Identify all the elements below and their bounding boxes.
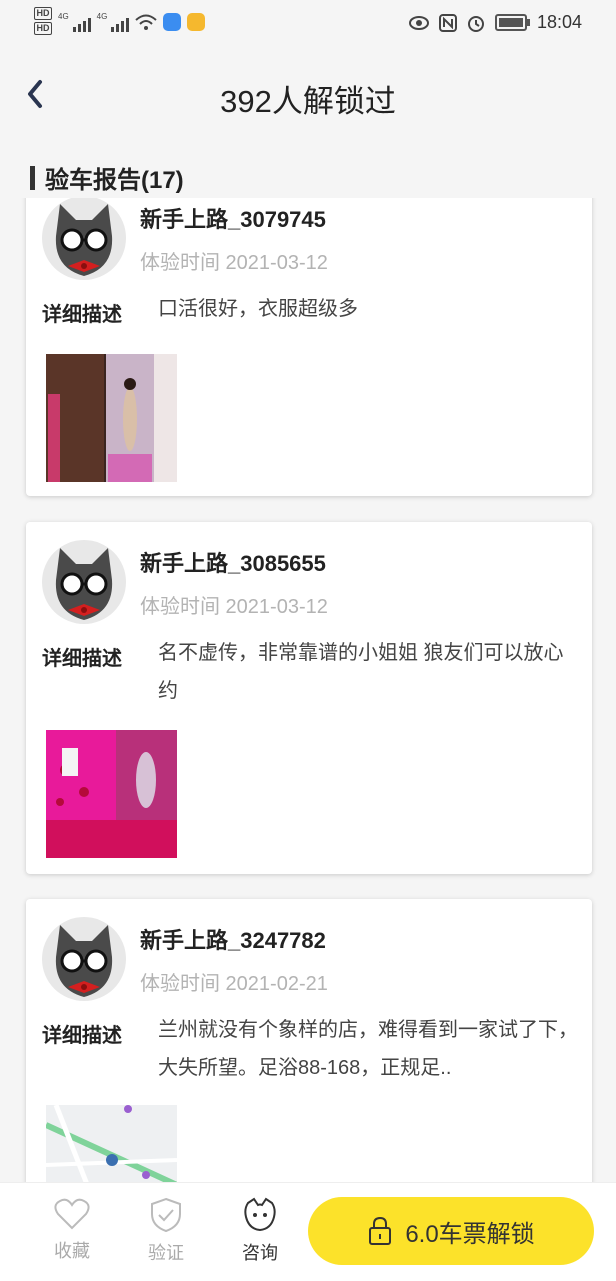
report-card[interactable]: 新手上路_3085655 体验时间 2021-03-12 详细描述 名不虚传，非… bbox=[26, 522, 592, 874]
page-title: 392人解锁过 bbox=[220, 84, 396, 119]
unlock-label: 6.0车票解锁 bbox=[405, 1220, 535, 1248]
report-username: 新手上路_3085655 bbox=[140, 551, 326, 576]
battery-icon bbox=[494, 14, 530, 31]
section-accent-bar bbox=[30, 165, 35, 190]
description-text: 兰州就没有个象样的店，难得看到一家试了下，大失所望。足浴88-168，正规足.. bbox=[158, 1019, 578, 1079]
report-username: 新手上路_3079745 bbox=[140, 207, 326, 232]
network-type-1: 4G bbox=[58, 12, 69, 21]
nfc-icon bbox=[438, 13, 457, 32]
mail-app-icon bbox=[187, 13, 206, 31]
cat-avatar-icon bbox=[55, 925, 113, 997]
report-time: 体验时间 2021-03-12 bbox=[140, 252, 328, 274]
report-time: 体验时间 2021-03-12 bbox=[140, 596, 328, 618]
network-type-2: 4G bbox=[96, 12, 108, 21]
unlock-button[interactable]: 6.0车票解锁 bbox=[308, 1197, 594, 1265]
status-left: HD HD 4G 4G bbox=[34, 7, 206, 37]
bedroom-mirror-photo bbox=[46, 354, 177, 482]
description-label: 详细描述 bbox=[42, 1025, 122, 1047]
description-text: 名不虚传，非常靠谱的小姐姐 狼友们可以放心约 bbox=[158, 642, 564, 702]
consult-tab[interactable]: 咨询 bbox=[220, 1197, 300, 1265]
cat-avatar-icon bbox=[55, 548, 113, 620]
lock-icon bbox=[369, 1216, 392, 1245]
cat-avatar-icon bbox=[55, 204, 113, 276]
report-photo[interactable] bbox=[46, 1105, 177, 1182]
header: 392人解锁过 bbox=[0, 46, 616, 146]
alarm-icon bbox=[467, 15, 484, 32]
section-title: 验车报告(17) bbox=[45, 167, 184, 194]
chat-face-icon bbox=[244, 1197, 276, 1232]
wifi-icon bbox=[135, 14, 158, 30]
hd-indicator: HD HD bbox=[34, 7, 52, 37]
avatar bbox=[42, 917, 126, 1001]
education-app-icon bbox=[163, 13, 182, 31]
signal-icon-1: 4G bbox=[58, 12, 91, 32]
verify-label: 验证 bbox=[148, 1243, 184, 1263]
report-username: 新手上路_3247782 bbox=[140, 928, 326, 953]
clock: 18:04 bbox=[536, 12, 582, 32]
favorite-label: 收藏 bbox=[54, 1241, 90, 1261]
report-card[interactable]: 新手上路_3247782 体验时间 2021-02-21 详细描述 兰州就没有个… bbox=[26, 899, 592, 1182]
description-label: 详细描述 bbox=[42, 648, 122, 670]
pink-room-photo bbox=[46, 730, 177, 858]
avatar bbox=[42, 198, 126, 280]
hd-label-1: HD bbox=[34, 7, 52, 20]
signal-icon-2: 4G bbox=[97, 12, 130, 32]
status-right: 18:04 bbox=[408, 12, 582, 33]
report-list[interactable]: 新手上路_3079745 体验时间 2021-03-12 详细描述 口活很好，衣… bbox=[0, 198, 616, 1182]
report-card[interactable]: 新手上路_3079745 体验时间 2021-03-12 详细描述 口活很好，衣… bbox=[26, 198, 592, 496]
status-bar: HD HD 4G 4G 18:04 bbox=[0, 0, 616, 46]
heart-icon bbox=[54, 1198, 90, 1230]
favorite-tab[interactable]: 收藏 bbox=[32, 1197, 112, 1263]
report-photo[interactable] bbox=[46, 730, 177, 858]
hd-label-2: HD bbox=[34, 22, 52, 35]
section-header: 验车报告(17) bbox=[30, 160, 184, 195]
map-screenshot-photo bbox=[46, 1105, 177, 1182]
bottom-action-bar: 收藏 验证 咨询 6.0车票解锁 bbox=[0, 1182, 616, 1281]
verify-tab[interactable]: 验证 bbox=[126, 1197, 206, 1265]
avatar bbox=[42, 540, 126, 624]
shield-check-icon bbox=[151, 1197, 181, 1233]
report-time: 体验时间 2021-02-21 bbox=[140, 973, 328, 995]
eye-icon bbox=[408, 15, 429, 30]
report-photo[interactable] bbox=[46, 354, 177, 482]
consult-label: 咨询 bbox=[242, 1243, 278, 1263]
description-text: 口活很好，衣服超级多 bbox=[158, 298, 358, 320]
description-label: 详细描述 bbox=[42, 304, 122, 326]
